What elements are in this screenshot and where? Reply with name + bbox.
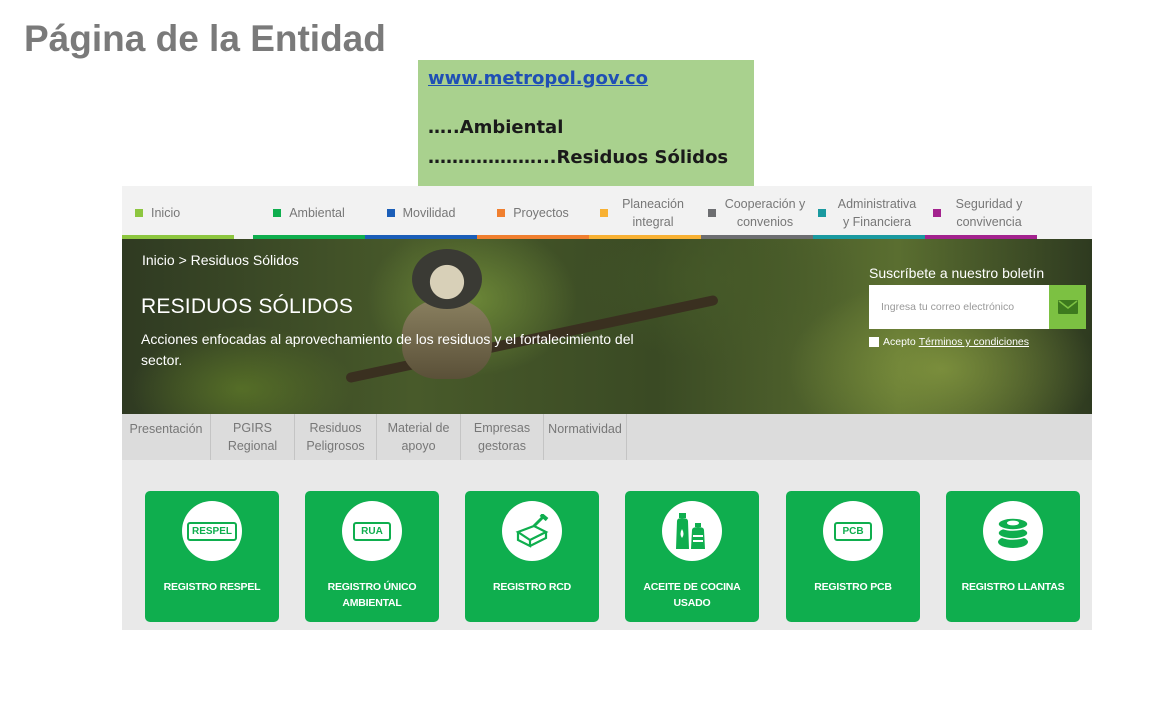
card-icon-circle: RUA	[342, 501, 402, 561]
nav-item-label: Inicio	[151, 205, 181, 220]
main-nav: Inicio Ambiental Movilidad Proyectos Pla…	[122, 186, 1092, 239]
nav-item-label: Movilidad	[402, 205, 456, 220]
terms-link[interactable]: Términos y condiciones	[919, 336, 1029, 348]
nav-item-movilidad[interactable]: Movilidad	[365, 186, 477, 239]
nav-item-label: Cooperación y convenios	[724, 196, 806, 229]
tab-pgirs[interactable]: PGIRS Regional	[211, 414, 295, 460]
card-icon-circle	[662, 501, 722, 561]
nav-bullet-icon	[600, 208, 608, 217]
card-aceite-cocina[interactable]: ACEITE DE COCINA USADO	[625, 491, 759, 622]
envelope-icon	[1057, 300, 1078, 314]
nav-item-seguridad[interactable]: Seguridad y convivencia	[925, 186, 1037, 239]
newsletter-email-input[interactable]	[869, 285, 1049, 329]
card-icon-circle: PCB	[823, 501, 883, 561]
nav-bullet-icon	[933, 208, 941, 217]
card-registro-rcd[interactable]: REGISTRO RCD	[465, 491, 599, 622]
annotation-note: www.metropol.gov.co …..Ambiental ……………….…	[418, 60, 754, 186]
card-label: REGISTRO RCD	[492, 581, 572, 593]
nav-bullet-icon	[135, 208, 143, 217]
card-registro-rua[interactable]: RUA REGISTRO ÚNICO AMBIENTAL	[305, 491, 439, 622]
tab-empresas-gestoras[interactable]: Empresas gestoras	[461, 414, 544, 460]
section-tabs: Presentación PGIRS Regional Residuos Pel…	[122, 414, 1092, 460]
card-icon-circle	[983, 501, 1043, 561]
slide-title: Página de la Entidad	[24, 18, 386, 59]
pcb-tag-icon: PCB	[834, 521, 872, 541]
card-label: REGISTRO ÚNICO AMBIENTAL	[327, 581, 417, 609]
breadcrumb[interactable]: Inicio > Residuos Sólidos	[142, 252, 299, 268]
nav-item-label: Seguridad y convivencia	[955, 196, 1023, 229]
card-icon-circle: RESPEL	[182, 501, 242, 561]
nav-bullet-icon	[708, 208, 716, 217]
card-label: ACEITE DE COCINA USADO	[643, 581, 741, 609]
tires-icon	[997, 517, 1029, 548]
nav-item-ambiental[interactable]: Ambiental	[253, 186, 365, 239]
tab-label: Material de apoyo	[387, 421, 450, 453]
accept-label: Acepto	[883, 336, 916, 348]
tab-label: PGIRS Regional	[227, 421, 278, 453]
card-label: REGISTRO PCB	[814, 581, 892, 593]
newsletter-label: Suscríbete a nuestro boletín	[869, 265, 1045, 281]
tab-material-apoyo[interactable]: Material de apoyo	[377, 414, 461, 460]
nav-bullet-icon	[818, 208, 826, 217]
card-registro-pcb[interactable]: PCB REGISTRO PCB	[786, 491, 920, 622]
tab-label: Presentación	[129, 422, 203, 436]
nav-bullet-icon	[497, 208, 506, 217]
nav-item-label: Administrativa y Financiera	[837, 196, 917, 229]
card-icon-circle	[502, 501, 562, 561]
construction-debris-icon	[515, 514, 549, 548]
path-line-2: ………………...Residuos Sólidos	[428, 147, 729, 168]
newsletter-submit-button[interactable]	[1049, 285, 1086, 329]
card-label: REGISTRO RESPEL	[163, 581, 261, 593]
card-registro-respel[interactable]: RESPEL REGISTRO RESPEL	[145, 491, 279, 622]
nav-item-label: Proyectos	[513, 205, 569, 220]
nav-item-label: Ambiental	[289, 205, 345, 220]
nav-item-inicio[interactable]: Inicio	[122, 186, 234, 239]
tab-label: Residuos Peligrosos	[306, 421, 365, 453]
card-registro-llantas[interactable]: REGISTRO LLANTAS	[946, 491, 1080, 622]
path-line-1: …..Ambiental	[428, 117, 564, 138]
tab-label: Empresas gestoras	[473, 421, 531, 453]
card-label: REGISTRO LLANTAS	[961, 581, 1065, 593]
monkey-photo-head	[412, 249, 482, 309]
page-description: Acciones enfocadas al aprovechamiento de…	[141, 331, 634, 368]
hero-banner: Inicio > Residuos Sólidos RESIDUOS SÓLID…	[122, 239, 1092, 414]
terms-checkbox[interactable]	[869, 337, 879, 347]
nav-bullet-icon	[273, 208, 282, 217]
terms-row: Acepto Términos y condiciones	[869, 336, 1029, 348]
nav-bullet-icon	[386, 208, 395, 217]
registry-cards: RESPEL REGISTRO RESPEL RUA REGISTRO ÚNIC…	[122, 460, 1092, 630]
oil-bottles-icon	[676, 513, 705, 549]
rua-tag-icon: RUA	[353, 521, 391, 541]
respel-tag-icon: RESPEL	[186, 521, 237, 541]
nav-item-label: Planeación integral	[622, 196, 684, 229]
nav-item-planeacion[interactable]: Planeación integral	[589, 186, 701, 239]
tab-label: Normatividad	[548, 422, 622, 436]
nav-item-proyectos[interactable]: Proyectos	[477, 186, 589, 239]
site-url-link[interactable]: www.metropol.gov.co	[428, 68, 744, 89]
nav-item-cooperacion[interactable]: Cooperación y convenios	[701, 186, 813, 239]
tab-normatividad[interactable]: Normatividad	[544, 414, 627, 460]
nav-item-administrativa[interactable]: Administrativa y Financiera	[813, 186, 925, 239]
page-title: RESIDUOS SÓLIDOS	[141, 295, 354, 318]
tab-residuos-peligrosos[interactable]: Residuos Peligrosos	[295, 414, 377, 460]
tab-presentacion[interactable]: Presentación	[122, 414, 211, 460]
website-screenshot: Inicio Ambiental Movilidad Proyectos Pla…	[122, 186, 1092, 630]
